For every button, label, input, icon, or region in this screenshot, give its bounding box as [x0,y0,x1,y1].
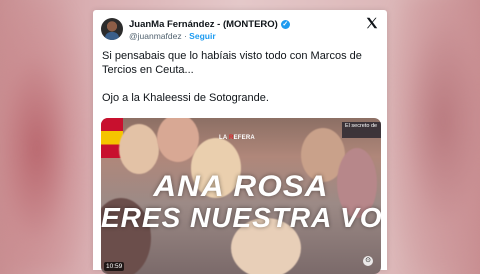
crowd-figure [119,124,159,174]
tweet-card[interactable]: JuanMa Fernández - (MONTERO) ✓ @juanmafd… [93,10,387,274]
author-name[interactable]: JuanMa Fernández - (MONTERO) [129,19,278,30]
tv-logo: LA REFERA [219,135,255,141]
separator: · [183,31,187,41]
tweet-text-line-2: Ojo a la Khaleessi de Sotogrande. [102,92,269,104]
author-row: JuanMa Fernández - (MONTERO) ✓ [129,19,290,30]
overlay-line-2: ERES NUESTRA VOZ [101,202,381,233]
follow-button[interactable]: Seguir [189,31,215,41]
tv-logo-suffix: EFERA [233,135,255,141]
verified-badge-icon: ✓ [280,20,290,29]
corner-label: El secreto de [342,122,381,138]
video-media[interactable]: LA REFERA El secreto de ANA ROSA ERES NU… [101,118,381,274]
tweet-text-line-1: Si pensabais que lo habíais visto todo c… [102,50,362,76]
author-handle[interactable]: @juanmafdez [129,31,182,41]
background-blur-right [388,0,480,270]
background-blur-left [0,0,92,270]
overlay-line-1: ANA ROSA [153,170,329,203]
x-logo-icon[interactable] [365,16,379,30]
tweet-text: Si pensabais que lo habíais visto todo c… [102,49,380,105]
media-icon[interactable]: ⊙ [363,256,373,266]
tv-logo-prefix: LA [219,135,230,141]
handle-row: @juanmafdez · Seguir [129,31,216,41]
avatar[interactable] [101,18,123,40]
